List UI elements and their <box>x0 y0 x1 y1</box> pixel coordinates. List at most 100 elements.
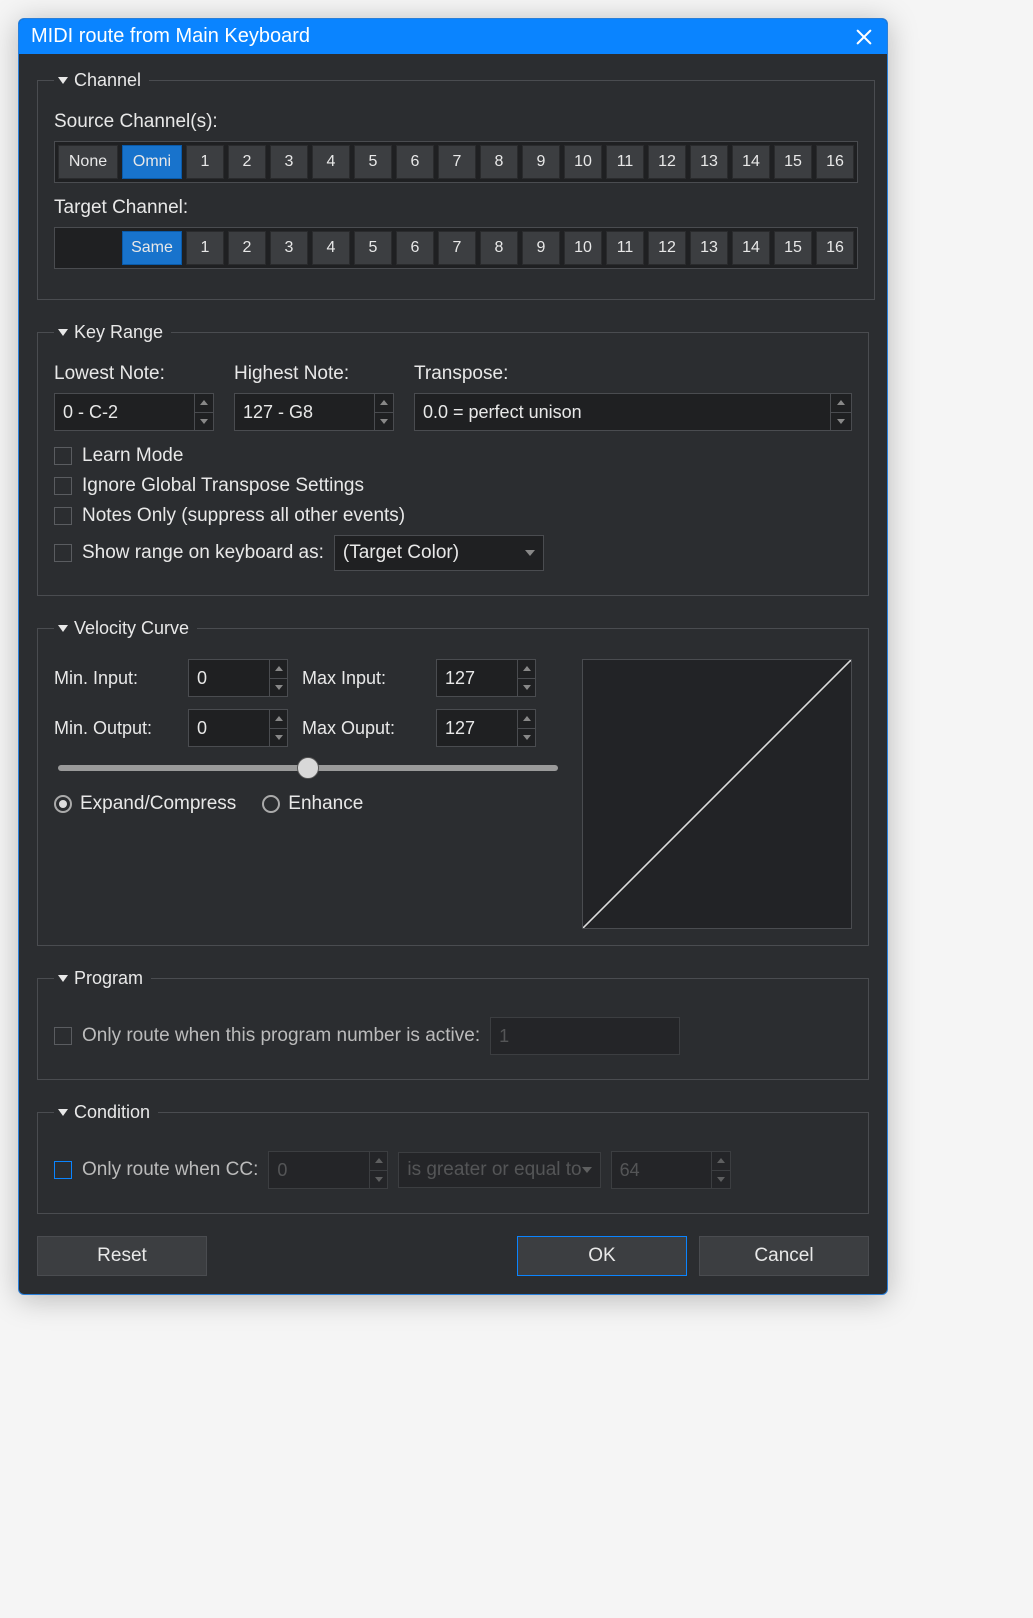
stepper-up-icon[interactable] <box>518 710 535 729</box>
section-keyrange: Key Range Lowest Note: Highest Note: <box>37 322 869 596</box>
transpose-field[interactable] <box>415 394 830 430</box>
section-velocity-legend[interactable]: Velocity Curve <box>54 618 197 639</box>
expand-radio[interactable] <box>54 795 72 813</box>
target-channel-btn-3[interactable]: 3 <box>270 231 308 265</box>
source-channel-btn-None[interactable]: None <box>58 145 118 179</box>
target-channel-btn-14[interactable]: 14 <box>732 231 770 265</box>
condition-only-route-checkbox[interactable] <box>54 1161 72 1179</box>
ignore-transpose-checkbox[interactable] <box>54 477 72 495</box>
source-channel-btn-10[interactable]: 10 <box>564 145 602 179</box>
stepper-down-icon[interactable] <box>712 1171 729 1189</box>
target-channel-btn-5[interactable]: 5 <box>354 231 392 265</box>
source-channel-btn-12[interactable]: 12 <box>648 145 686 179</box>
target-channel-btn-9[interactable]: 9 <box>522 231 560 265</box>
max-output-stepper[interactable] <box>436 709 536 747</box>
close-icon[interactable] <box>853 26 875 48</box>
target-channel-btn-Same[interactable]: Same <box>122 231 182 265</box>
condition-op-select[interactable]: is greater or equal to <box>398 1152 600 1188</box>
source-channel-btn-11[interactable]: 11 <box>606 145 644 179</box>
stepper-up-icon[interactable] <box>518 660 535 679</box>
stepper-down-icon[interactable] <box>195 413 213 431</box>
source-channel-btn-1[interactable]: 1 <box>186 145 224 179</box>
condition-rhs-input[interactable] <box>611 1151 731 1189</box>
stepper-down-icon[interactable] <box>270 729 287 747</box>
stepper-up-icon[interactable] <box>831 394 851 413</box>
learn-mode-checkbox[interactable] <box>54 447 72 465</box>
max-output-field[interactable] <box>437 710 517 746</box>
source-channel-btn-5[interactable]: 5 <box>354 145 392 179</box>
target-channel-btn-2[interactable]: 2 <box>228 231 266 265</box>
titlebar: MIDI route from Main Keyboard <box>19 19 887 54</box>
highest-note-input[interactable] <box>234 393 394 431</box>
target-channel-btn-4[interactable]: 4 <box>312 231 350 265</box>
source-channel-btn-Omni[interactable]: Omni <box>122 145 182 179</box>
target-channel-btn-15[interactable]: 15 <box>774 231 812 265</box>
stepper-up-icon[interactable] <box>195 394 213 413</box>
target-channel-btn-1[interactable]: 1 <box>186 231 224 265</box>
stepper-down-icon[interactable] <box>270 679 287 697</box>
lowest-note-field[interactable] <box>55 394 194 430</box>
source-channel-btn-2[interactable]: 2 <box>228 145 266 179</box>
max-input-label: Max Input: <box>302 668 422 689</box>
source-channel-btn-4[interactable]: 4 <box>312 145 350 179</box>
source-channel-btn-15[interactable]: 15 <box>774 145 812 179</box>
target-channel-btn-12[interactable]: 12 <box>648 231 686 265</box>
max-input-field[interactable] <box>437 660 517 696</box>
section-program-legend[interactable]: Program <box>54 968 151 989</box>
velocity-slider[interactable] <box>58 765 558 771</box>
ok-button[interactable]: OK <box>517 1236 687 1276</box>
target-channel-btn-8[interactable]: 8 <box>480 231 518 265</box>
source-channel-btn-8[interactable]: 8 <box>480 145 518 179</box>
source-channel-btn-7[interactable]: 7 <box>438 145 476 179</box>
stepper-down-icon[interactable] <box>518 729 535 747</box>
target-channel-btn-7[interactable]: 7 <box>438 231 476 265</box>
stepper-down-icon[interactable] <box>831 413 851 431</box>
condition-cc-input[interactable] <box>268 1151 388 1189</box>
condition-rhs-field[interactable] <box>612 1152 712 1188</box>
stepper-down-icon[interactable] <box>518 679 535 697</box>
min-input-stepper[interactable] <box>188 659 288 697</box>
min-input-field[interactable] <box>189 660 269 696</box>
stepper-up-icon[interactable] <box>270 660 287 679</box>
enhance-radio[interactable] <box>262 795 280 813</box>
stepper-up-icon[interactable] <box>375 394 393 413</box>
source-channel-btn-6[interactable]: 6 <box>396 145 434 179</box>
highest-note-field[interactable] <box>235 394 374 430</box>
target-channel-btn-11[interactable]: 11 <box>606 231 644 265</box>
stepper-up-icon[interactable] <box>370 1152 387 1171</box>
notes-only-checkbox[interactable] <box>54 507 72 525</box>
target-channel-btn-13[interactable]: 13 <box>690 231 728 265</box>
min-output-label: Min. Output: <box>54 718 174 739</box>
slider-thumb-icon[interactable] <box>297 757 319 779</box>
program-number-field[interactable] <box>491 1018 679 1054</box>
reset-button[interactable]: Reset <box>37 1236 207 1276</box>
section-keyrange-legend[interactable]: Key Range <box>54 322 171 343</box>
source-channel-btn-3[interactable]: 3 <box>270 145 308 179</box>
source-channel-btn-13[interactable]: 13 <box>690 145 728 179</box>
section-condition-legend[interactable]: Condition <box>54 1102 158 1123</box>
target-channel-btn-10[interactable]: 10 <box>564 231 602 265</box>
source-channel-btn-9[interactable]: 9 <box>522 145 560 179</box>
min-output-stepper[interactable] <box>188 709 288 747</box>
target-channel-btn-6[interactable]: 6 <box>396 231 434 265</box>
program-only-route-checkbox[interactable] <box>54 1027 72 1045</box>
cancel-button[interactable]: Cancel <box>699 1236 869 1276</box>
stepper-down-icon[interactable] <box>375 413 393 431</box>
target-channel-btn-16[interactable]: 16 <box>816 231 854 265</box>
stepper-down-icon[interactable] <box>370 1171 387 1189</box>
transpose-input[interactable] <box>414 393 852 431</box>
source-channel-btn-14[interactable]: 14 <box>732 145 770 179</box>
show-range-checkbox[interactable] <box>54 544 72 562</box>
section-channel-legend[interactable]: Channel <box>54 70 149 91</box>
stepper-up-icon[interactable] <box>270 710 287 729</box>
max-input-stepper[interactable] <box>436 659 536 697</box>
expand-label: Expand/Compress <box>80 793 236 815</box>
show-range-label: Show range on keyboard as: <box>82 542 324 564</box>
program-number-input[interactable] <box>490 1017 680 1055</box>
lowest-note-input[interactable] <box>54 393 214 431</box>
stepper-up-icon[interactable] <box>712 1152 729 1171</box>
min-output-field[interactable] <box>189 710 269 746</box>
condition-cc-field[interactable] <box>269 1152 369 1188</box>
source-channel-btn-16[interactable]: 16 <box>816 145 854 179</box>
show-range-select[interactable]: (Target Color) <box>334 535 544 571</box>
